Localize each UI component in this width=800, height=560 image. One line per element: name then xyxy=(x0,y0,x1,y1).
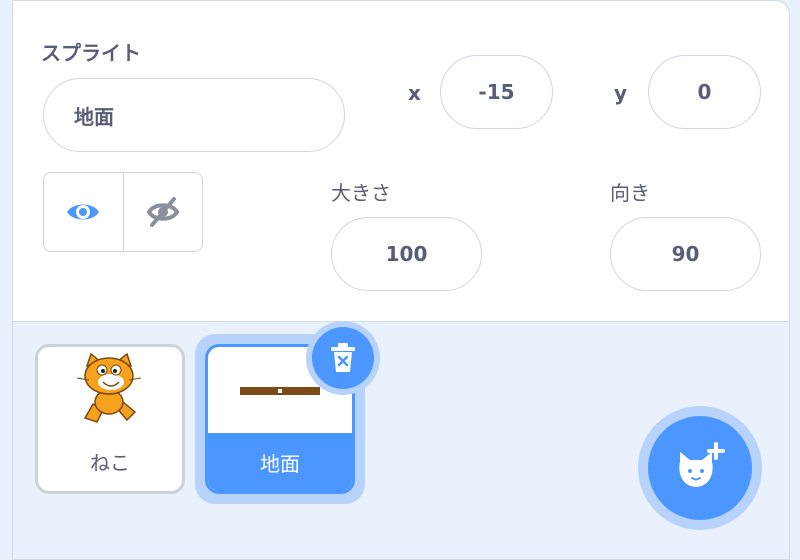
eye-slash-icon xyxy=(146,197,180,227)
x-position-input[interactable]: -15 xyxy=(440,55,553,129)
direction-input[interactable]: 90 xyxy=(610,217,761,291)
delete-sprite-button[interactable] xyxy=(306,321,380,395)
size-label: 大きさ xyxy=(331,181,391,205)
x-label: x xyxy=(408,81,421,105)
sprite-name-input[interactable]: 地面 xyxy=(43,78,345,152)
cat-costume-thumbnail xyxy=(76,352,142,423)
sprite-pane: スプライト 地面 x -15 y 0 大きさ 100 向き 90 ねこ 地面 xyxy=(12,0,790,560)
show-button[interactable] xyxy=(44,173,123,251)
sprite-label: スプライト xyxy=(41,41,141,65)
hide-button[interactable] xyxy=(122,173,203,251)
sprite-info-panel: スプライト 地面 x -15 y 0 大きさ 100 向き 90 xyxy=(13,1,789,322)
y-label: y xyxy=(614,81,628,105)
visibility-toggle xyxy=(43,172,203,252)
sprite-name: ねこ xyxy=(90,451,130,475)
sprite-name: 地面 xyxy=(208,433,352,491)
choose-sprite-button[interactable] xyxy=(638,406,762,530)
direction-label: 向き xyxy=(610,181,650,205)
sprite-tile-cat[interactable]: ねこ xyxy=(35,344,185,494)
trash-icon xyxy=(331,343,355,372)
choose-sprite-icon xyxy=(679,442,725,487)
y-position-input[interactable]: 0 xyxy=(648,55,761,129)
eye-icon xyxy=(67,204,100,220)
ground-costume-thumbnail xyxy=(240,387,320,395)
size-input[interactable]: 100 xyxy=(331,217,482,291)
